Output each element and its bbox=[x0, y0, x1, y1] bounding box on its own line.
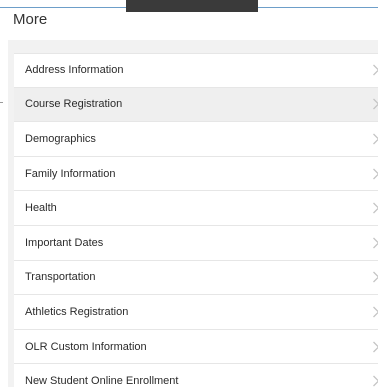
menu-item-olr-custom-information[interactable]: OLR Custom Information bbox=[14, 329, 378, 365]
menu-item-important-dates[interactable]: Important Dates bbox=[14, 225, 378, 261]
chevron-right-icon bbox=[373, 168, 378, 180]
menu-item-athletics-registration[interactable]: Athletics Registration bbox=[14, 295, 378, 330]
chevron-right-icon bbox=[373, 202, 378, 214]
menu-item-label: Course Registration bbox=[25, 98, 123, 111]
menu-item-address-information[interactable]: Address Information bbox=[14, 53, 378, 88]
menu-item-label: New Student Online Enrollment bbox=[25, 375, 179, 387]
menu-item-label: Family Information bbox=[25, 167, 116, 180]
chevron-right-icon bbox=[373, 271, 378, 283]
chevron-right-icon bbox=[373, 64, 378, 76]
menu-item-new-student-online-enrollment[interactable]: New Student Online Enrollment bbox=[14, 364, 378, 387]
header-tab[interactable] bbox=[126, 0, 258, 12]
chevron-right-icon bbox=[373, 133, 378, 145]
menu-item-demographics[interactable]: Demographics bbox=[14, 122, 378, 157]
side-marker bbox=[0, 102, 3, 103]
chevron-right-icon bbox=[373, 306, 378, 318]
chevron-right-icon bbox=[373, 341, 378, 353]
menu-item-course-registration[interactable]: Course Registration bbox=[14, 87, 378, 123]
menu-item-label: OLR Custom Information bbox=[25, 340, 147, 353]
menu-item-health[interactable]: Health bbox=[14, 191, 378, 226]
menu-item-label: Transportation bbox=[25, 271, 96, 284]
page: More Address Information Course Registra… bbox=[0, 0, 378, 387]
menu-item-label: Health bbox=[25, 202, 57, 215]
menu-item-label: Address Information bbox=[25, 64, 124, 77]
menu-item-label: Demographics bbox=[25, 132, 96, 145]
chevron-right-icon bbox=[373, 375, 378, 387]
menu-item-label: Important Dates bbox=[25, 236, 104, 249]
menu-item-label: Athletics Registration bbox=[25, 305, 129, 318]
chevron-right-icon bbox=[373, 237, 378, 249]
chevron-right-icon bbox=[373, 98, 378, 110]
menu-list: Address Information Course Registration … bbox=[14, 53, 378, 387]
menu-item-family-information[interactable]: Family Information bbox=[14, 156, 378, 192]
page-title: More bbox=[13, 11, 48, 28]
menu-item-transportation[interactable]: Transportation bbox=[14, 260, 378, 296]
